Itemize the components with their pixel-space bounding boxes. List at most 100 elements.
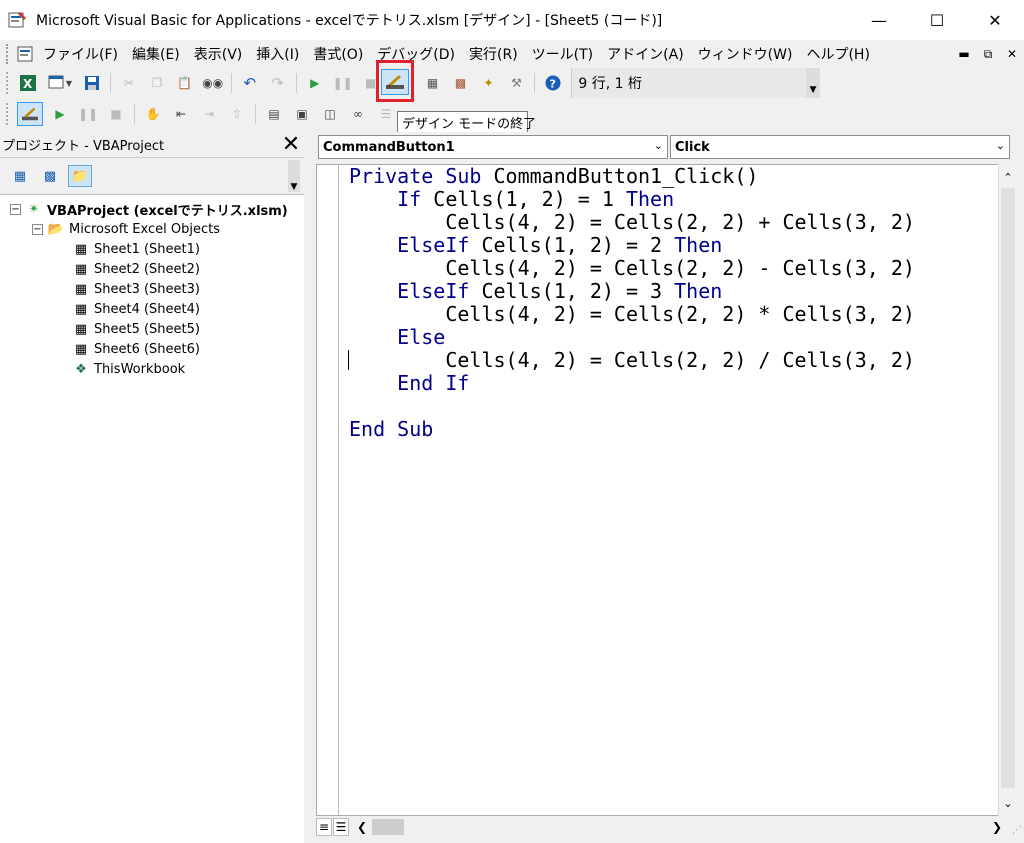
collapse-icon[interactable]: − [10,203,21,215]
menu-window[interactable]: ウィンドウ(W) [691,44,800,64]
scroll-right-icon[interactable]: ❯ [992,820,1002,834]
menu-tools[interactable]: ツール(T) [525,44,600,64]
full-module-view-button[interactable]: ☰ [333,818,349,836]
tree-node-vbaproject[interactable]: − ✴ VBAProject (excelでテトリス.xlsm) [10,199,288,219]
procedure-dropdown[interactable]: Click ⌄ [670,135,1010,159]
minimize-button[interactable]: — [850,0,908,40]
menu-debug[interactable]: デバッグ(D) [370,44,462,64]
code-text[interactable]: Private Sub CommandButton1_Click() If Ce… [349,165,915,441]
margin-indicator-bar[interactable] [317,165,339,815]
view-excel-button[interactable]: X [17,72,39,94]
vba-doc-icon[interactable] [16,45,36,63]
code-line[interactable]: End Sub [349,418,915,441]
reset-button-2[interactable]: ■ [105,103,127,125]
maximize-button[interactable]: ☐ [908,0,966,40]
locals-window-button[interactable]: ▤ [263,103,285,125]
step-into-icon: ⇤ [175,107,187,121]
resize-grip-icon[interactable]: ⋰ [1012,825,1022,836]
project-tools-scroll[interactable]: ▼ [288,160,300,192]
horizontal-scroll-thumb[interactable] [372,819,404,835]
code-line[interactable] [349,395,915,418]
tree-node-sheet5[interactable]: ▦ Sheet5 (Sheet5) [72,319,200,339]
code-line[interactable]: Cells(4, 2) = Cells(2, 2) * Cells(3, 2) [349,303,915,326]
step-over-button[interactable]: ⇥ [198,103,220,125]
find-button[interactable]: ◉◉ [202,72,224,94]
tree-node-sheet3[interactable]: ▦ Sheet3 (Sheet3) [72,279,200,299]
code-line[interactable]: ElseIf Cells(1, 2) = 3 Then [349,280,915,303]
object-dropdown[interactable]: CommandButton1 ⌄ [318,135,668,159]
design-mode-button[interactable] [381,69,409,95]
watch-window-button[interactable]: ◫ [319,103,341,125]
toolbar-options-dropdown[interactable]: ▼ [806,68,821,98]
view-object-button[interactable]: ▩ [38,165,62,187]
toolbar-grip[interactable] [6,72,10,94]
code-line[interactable]: End If [349,372,915,395]
step-into-button[interactable]: ⇤ [170,103,192,125]
menu-file[interactable]: ファイル(F) [36,44,125,64]
menu-run[interactable]: 実行(R) [462,44,525,64]
tree-node-sheet1[interactable]: ▦ Sheet1 (Sheet1) [72,239,200,259]
mdi-minimize-button[interactable]: ▬ [952,47,976,61]
object-browser-button[interactable]: ✦ [478,72,500,94]
help-button[interactable]: ? [542,72,564,94]
menu-grip[interactable] [6,44,10,64]
insert-userform-button[interactable]: ▼ [45,72,75,94]
collapse-icon[interactable]: − [32,223,43,235]
toolbar-grip[interactable] [6,103,10,125]
run-sub-button[interactable]: ▶ [49,103,71,125]
quick-watch-button[interactable]: ∞ [347,103,369,125]
tree-node-sheet4[interactable]: ▦ Sheet4 (Sheet4) [72,299,200,319]
call-stack-button[interactable]: ☰ [375,103,397,125]
vba-app-icon[interactable] [8,10,28,30]
tree-node-thisworkbook[interactable]: ❖ ThisWorkbook [72,359,185,379]
redo-button[interactable]: ↷ [267,72,289,94]
paste-button[interactable]: 📋 [174,72,196,94]
save-button[interactable] [81,72,103,94]
project-explorer-button[interactable]: ▦ [422,72,444,94]
procedure-view-button[interactable]: ≡ [316,818,332,836]
toggle-breakpoint-button[interactable]: ✋ [142,103,164,125]
design-mode-toggle-button[interactable] [17,102,43,126]
properties-window-button[interactable]: ▩ [450,72,472,94]
scroll-left-icon[interactable]: ❮ [354,820,370,834]
menu-help[interactable]: ヘルプ(H) [799,44,876,64]
close-button[interactable]: ✕ [966,0,1024,40]
reset-button[interactable]: ■ [360,72,382,94]
scroll-up-icon[interactable]: ⌃ [999,168,1017,186]
menu-edit[interactable]: 編集(E) [125,44,187,64]
tree-node-label: Sheet4 (Sheet4) [94,301,200,317]
break-button-2[interactable]: ❚❚ [77,103,99,125]
menu-addins[interactable]: アドイン(A) [600,44,691,64]
mdi-close-button[interactable]: ✕ [1000,47,1024,61]
code-line[interactable]: Cells(4, 2) = Cells(2, 2) - Cells(3, 2) [349,257,915,280]
view-code-button[interactable]: ▦ [8,165,32,187]
run-button[interactable]: ▶ [304,72,326,94]
toolbox-button[interactable]: ⚒ [505,72,527,94]
tree-node-sheet2[interactable]: ▦ Sheet2 (Sheet2) [72,259,200,279]
menu-view[interactable]: 表示(V) [187,44,250,64]
cut-button[interactable]: ✂ [118,72,140,94]
step-out-button[interactable]: ⇧ [226,103,248,125]
tree-node-sheet6[interactable]: ▦ Sheet6 (Sheet6) [72,339,200,359]
tree-node-excel-objects[interactable]: − 📂 Microsoft Excel Objects [32,219,220,239]
menu-format[interactable]: 書式(O) [306,44,370,64]
menu-insert[interactable]: 挿入(I) [249,44,306,64]
code-line[interactable]: ElseIf Cells(1, 2) = 2 Then [349,234,915,257]
horizontal-scrollbar[interactable]: ≡ ☰ ❮ ❯ ⋰ [316,816,1024,838]
undo-button[interactable]: ↶ [239,72,261,94]
scroll-down-icon[interactable]: ⌄ [999,794,1017,812]
code-line[interactable]: If Cells(1, 2) = 1 Then [349,188,915,211]
code-editor[interactable]: Private Sub CommandButton1_Click() If Ce… [316,164,1006,816]
mdi-restore-button[interactable]: ⧉ [976,47,1000,62]
immediate-window-button[interactable]: ▣ [291,103,313,125]
code-line[interactable]: Cells(4, 2) = Cells(2, 2) + Cells(3, 2) [349,211,915,234]
copy-button[interactable]: ❐ [146,72,168,94]
toggle-folders-button[interactable]: 📁 [68,165,92,187]
break-button[interactable]: ❚❚ [332,72,354,94]
code-line[interactable]: Private Sub CommandButton1_Click() [349,165,915,188]
vertical-scrollbar[interactable]: ⌃ ⌄ [998,164,1016,816]
scroll-thumb[interactable] [1001,188,1015,788]
project-explorer-close-button[interactable]: ✕ [278,132,304,158]
code-line[interactable]: Cells(4, 2) = Cells(2, 2) / Cells(3, 2) [349,349,915,372]
code-line[interactable]: Else [349,326,915,349]
